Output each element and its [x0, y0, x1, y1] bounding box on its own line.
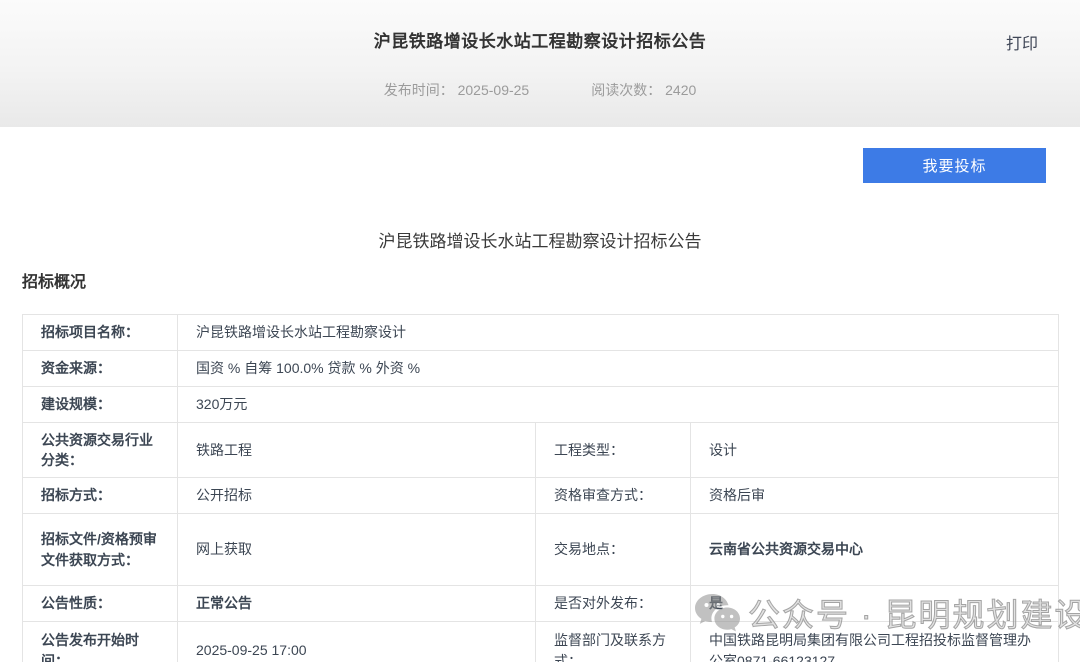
table-cell-value: 320万元: [178, 387, 1059, 423]
table-cell-value: 2025-09-25 17:00: [178, 622, 536, 662]
table-cell-value: 云南省公共资源交易中心: [691, 514, 1059, 586]
table-cell-value: 公开招标: [178, 478, 536, 514]
table-row: 公共资源交易行业分类： 铁路工程 工程类型： 设计: [23, 423, 1059, 478]
table-cell-value: 铁路工程: [178, 423, 536, 478]
read-count-label: 阅读次数：: [591, 82, 661, 98]
page-title: 沪昆铁路增设长水站工程勘察设计招标公告: [0, 0, 1080, 52]
table-cell-value: 设计: [691, 423, 1059, 478]
publish-meta: 发布时间： 2025-09-25 阅读次数： 2420: [0, 80, 1080, 100]
table-cell-value: 网上获取: [178, 514, 536, 586]
table-cell-value: 资格后审: [691, 478, 1059, 514]
bid-button-row: 我要投标: [0, 148, 1080, 183]
publish-time-value: 2025-09-25: [458, 82, 530, 98]
table-row: 公告发布开始时间： 2025-09-25 17:00 监督部门及联系方式： 中国…: [23, 622, 1059, 662]
table-row: 资金来源： 国资 % 自筹 100.0% 贷款 % 外资 %: [23, 351, 1059, 387]
section-title: 招标概况: [22, 268, 1080, 292]
table-cell-value: 是: [691, 586, 1059, 622]
table-cell-label: 招标方式：: [23, 478, 178, 514]
table-cell-label: 资金来源：: [23, 351, 178, 387]
tender-overview-table: 招标项目名称： 沪昆铁路增设长水站工程勘察设计 资金来源： 国资 % 自筹 10…: [22, 314, 1059, 662]
table-row: 公告性质： 正常公告 是否对外发布： 是: [23, 586, 1059, 622]
table-cell-value: 国资 % 自筹 100.0% 贷款 % 外资 %: [178, 351, 1059, 387]
page-header: 沪昆铁路增设长水站工程勘察设计招标公告 打印 发布时间： 2025-09-25 …: [0, 0, 1080, 127]
table-row: 建设规模： 320万元: [23, 387, 1059, 423]
table-cell-label: 公告性质：: [23, 586, 178, 622]
publish-time: 发布时间： 2025-09-25: [384, 80, 530, 100]
publish-time-label: 发布时间：: [384, 82, 454, 98]
table-cell-value: 正常公告: [178, 586, 536, 622]
table-cell-label: 公告发布开始时间：: [23, 622, 178, 662]
table-cell-label: 招标文件/资格预审文件获取方式：: [23, 514, 178, 586]
table-cell-value: 沪昆铁路增设长水站工程勘察设计: [178, 315, 1059, 351]
table-row: 招标方式： 公开招标 资格审查方式： 资格后审: [23, 478, 1059, 514]
read-count: 阅读次数： 2420: [591, 80, 696, 100]
table-row: 招标文件/资格预审文件获取方式： 网上获取 交易地点： 云南省公共资源交易中心: [23, 514, 1059, 586]
table-row: 招标项目名称： 沪昆铁路增设长水站工程勘察设计: [23, 315, 1059, 351]
table-cell-label: 工程类型：: [536, 423, 691, 478]
print-button[interactable]: 打印: [1006, 30, 1038, 54]
table-cell-label: 建设规模：: [23, 387, 178, 423]
table-cell-label: 资格审查方式：: [536, 478, 691, 514]
bid-button[interactable]: 我要投标: [863, 148, 1046, 183]
table-cell-value: 中国铁路昆明局集团有限公司工程招投标监督管理办公室0871-66123127: [691, 622, 1059, 662]
read-count-value: 2420: [665, 82, 696, 98]
document-title: 沪昆铁路增设长水站工程勘察设计招标公告: [0, 227, 1080, 252]
table-cell-label: 交易地点：: [536, 514, 691, 586]
table-cell-label: 招标项目名称：: [23, 315, 178, 351]
table-cell-label: 监督部门及联系方式：: [536, 622, 691, 662]
table-cell-label: 公共资源交易行业分类：: [23, 423, 178, 478]
table-cell-label: 是否对外发布：: [536, 586, 691, 622]
